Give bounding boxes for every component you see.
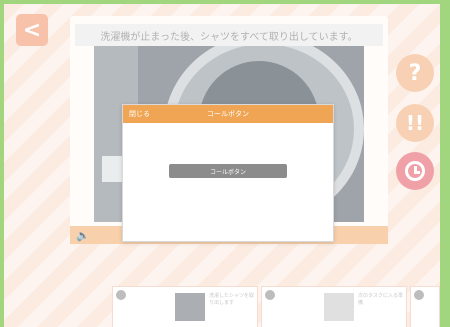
instruction-caption: 洗濯機が止まった後、シャツをすべて取り出しています。 [75,24,383,46]
step-thumbnail-strip: 洗濯したシャツを取り出します 次のタスクに入る準備 [112,286,440,327]
clock-icon [405,161,425,181]
step-text: 洗濯したシャツを取り出します [209,293,255,306]
timer-button[interactable] [396,152,434,190]
step-thumbnail[interactable] [410,286,440,327]
dialog-title: コールボタン [207,110,249,118]
dialog-close-button[interactable]: 閉じる [129,109,150,119]
machine-sticker [102,156,124,182]
step-number-badge [265,290,275,300]
call-button[interactable]: コールボタン [169,164,287,178]
chevron-left-icon: < [22,17,42,43]
hint-button[interactable]: !! [396,104,434,142]
dialog-header: 閉じる コールボタン [123,105,333,123]
call-dialog: 閉じる コールボタン コールボタン [122,104,334,242]
step-number-badge [414,290,424,300]
question-icon: ? [408,60,422,86]
step-image [324,293,354,321]
step-thumbnail[interactable]: 次のタスクに入る準備 [261,286,407,327]
step-thumbnail[interactable]: 洗濯したシャツを取り出します [112,286,258,327]
step-image [175,293,205,321]
back-button[interactable]: < [16,14,48,46]
step-text: 次のタスクに入る準備 [358,293,404,306]
exclamation-icon: !! [405,111,425,135]
help-button[interactable]: ? [396,54,434,92]
step-number-badge [116,290,126,300]
speaker-icon[interactable]: 🔈 [76,229,90,242]
